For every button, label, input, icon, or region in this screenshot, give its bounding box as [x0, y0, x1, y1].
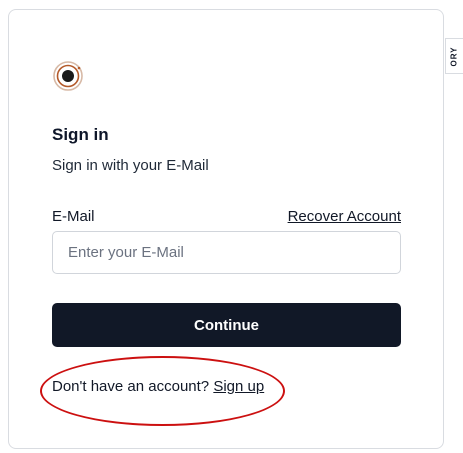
- page: Sign in Sign in with your E-Mail E-Mail …: [0, 0, 463, 453]
- ory-side-tab-label: ORY: [450, 45, 460, 67]
- email-field[interactable]: [52, 231, 401, 274]
- signup-link[interactable]: Sign up: [213, 378, 264, 395]
- email-label: E-Mail: [52, 208, 95, 225]
- ory-logo-svg: [53, 61, 83, 91]
- page-subtitle: Sign in with your E-Mail: [52, 157, 209, 174]
- signup-prompt: Don't have an account?: [52, 378, 210, 395]
- signup-row: Don't have an account? Sign up: [52, 378, 264, 395]
- ory-side-tab[interactable]: ORY: [445, 38, 463, 74]
- recover-account-link[interactable]: Recover Account: [288, 208, 401, 225]
- continue-button[interactable]: Continue: [52, 303, 401, 347]
- page-title: Sign in: [52, 125, 109, 144]
- ory-logo-icon: [52, 60, 84, 92]
